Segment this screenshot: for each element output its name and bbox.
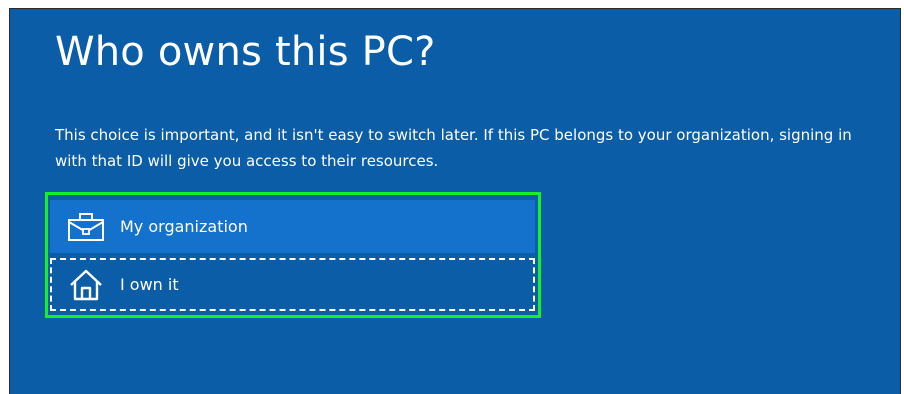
option-my-organization[interactable]: My organization (50, 200, 535, 253)
page-title: Who owns this PC? (55, 29, 436, 75)
home-icon (66, 269, 106, 301)
page-description: This choice is important, and it isn't e… (55, 126, 852, 170)
option-label: I own it (120, 275, 179, 294)
briefcase-icon (66, 211, 106, 243)
option-label: My organization (120, 217, 248, 236)
option-i-own-it[interactable]: I own it (50, 258, 535, 311)
oobe-screen: Who owns this PC? This choice is importa… (9, 8, 901, 394)
